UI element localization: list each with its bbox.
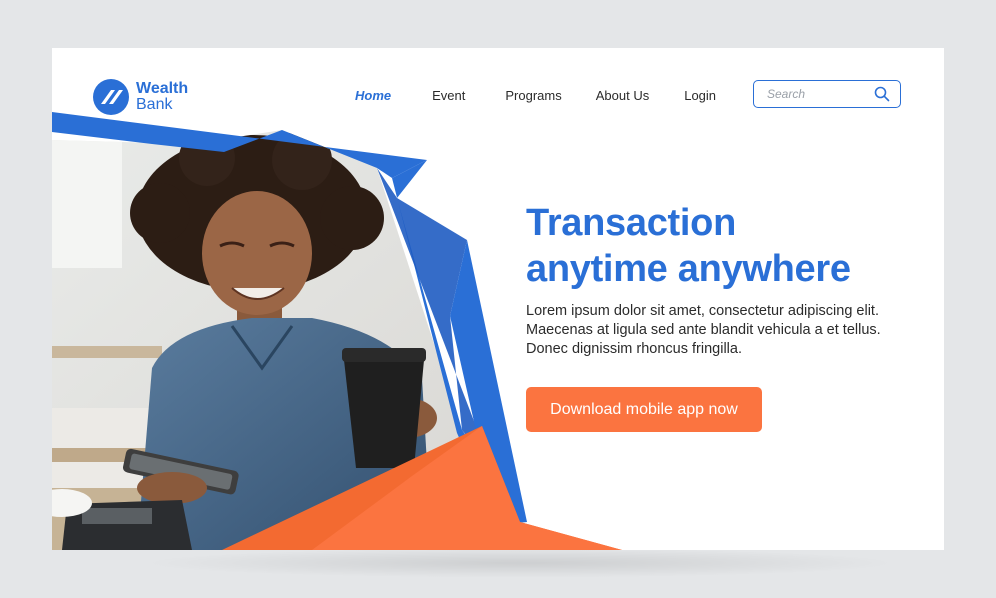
brand-logo[interactable]: Wealth Bank xyxy=(92,78,188,116)
search-box xyxy=(753,80,901,108)
download-app-button[interactable]: Download mobile app now xyxy=(526,387,762,432)
brand-name-line1: Wealth xyxy=(136,80,189,97)
landing-page-card: Wealth Bank Home Event Programs About Us… xyxy=(52,48,944,550)
hero-description: Lorem ipsum dolor sit amet, consectetur … xyxy=(526,302,926,359)
nav-programs[interactable]: Programs xyxy=(505,88,561,104)
hero-description-line2: Maecenas at ligula sed ante blandit vehi… xyxy=(526,322,881,338)
hero-headline-line2: anytime anywhere xyxy=(526,248,851,290)
brand-name: Wealth Bank xyxy=(136,81,188,113)
hero-headline: Transaction anytime anywhere xyxy=(526,200,926,292)
search-icon[interactable] xyxy=(874,86,890,102)
nav-about-us[interactable]: About Us xyxy=(596,88,649,104)
brand-name-line2: Bank xyxy=(136,96,173,113)
hero-description-line1: Lorem ipsum dolor sit amet, consectetur … xyxy=(526,303,879,319)
wealth-bank-logo-icon xyxy=(93,79,129,115)
main-nav: Home Event Programs About Us Login xyxy=(355,88,716,104)
nav-event[interactable]: Event xyxy=(432,88,465,104)
nav-login[interactable]: Login xyxy=(684,88,716,104)
hero-description-line3: Donec dignissim rhoncus fringilla. xyxy=(526,341,742,357)
nav-home[interactable]: Home xyxy=(355,88,391,104)
hero-illustration xyxy=(52,112,622,550)
card-shadow xyxy=(140,548,900,578)
search-input[interactable] xyxy=(767,87,867,101)
hero-headline-line1: Transaction xyxy=(526,202,736,244)
